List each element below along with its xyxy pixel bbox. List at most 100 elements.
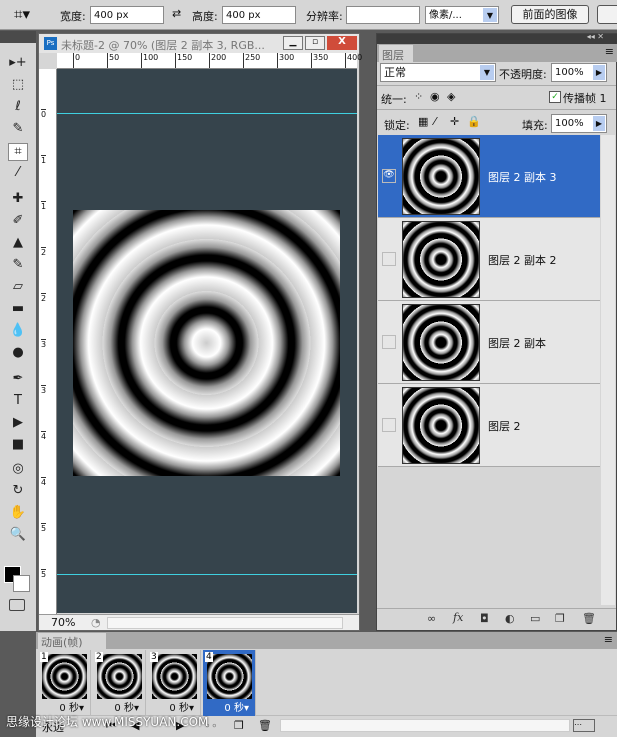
frames-scrollbar[interactable] [280,719,570,732]
visibility-toggle[interactable] [382,418,396,432]
panel-menu-icon[interactable]: ≡ [604,633,613,646]
animation-frame[interactable]: 3 0 秒▾ [148,650,201,716]
layer-row[interactable]: 图层 2 [378,384,600,467]
close-button[interactable]: X [327,36,357,50]
document-title: 未标题-2 @ 70% (图层 2 副本 3, RGB... [61,39,265,52]
arrow-right-icon[interactable]: ▶ [593,65,605,80]
guide-line[interactable] [57,574,357,575]
ruler-tick: 350 [311,53,328,68]
background-color[interactable] [13,575,30,592]
watermark: 思缘设计论坛 www.MISSYUAN.COM [6,715,209,729]
panel-menu-icon[interactable]: ≡ [605,45,614,58]
dodge-tool-icon[interactable]: ● [8,345,28,363]
fx-icon[interactable]: fx [453,611,463,624]
tab-animation[interactable]: 动画(帧) [38,633,106,649]
history-brush-icon[interactable]: ✎ [8,257,28,275]
propagate-checkbox[interactable]: ✓ [549,91,561,103]
healing-tool-icon[interactable]: ✚ [8,191,28,209]
zoom-level[interactable]: 70% [51,616,75,629]
crop-tool-icon[interactable]: ⌗▾ [14,5,30,23]
blur-tool-icon[interactable]: 💧 [8,323,28,341]
resolution-label: 分辨率: [306,10,343,23]
minimize-button[interactable]: ▁ [283,36,303,50]
frame-number: 4 [205,652,213,662]
canvas-area[interactable] [57,69,357,613]
visibility-toggle[interactable] [382,335,396,349]
group-icon[interactable]: ▭ [530,612,540,625]
eraser-tool-icon[interactable]: ▱ [8,279,28,297]
layer-row[interactable]: 图层 2 副本 [378,301,600,384]
unit-value: 像素/... [429,10,462,21]
status-bar: 70% ◔ [39,614,359,630]
pen-tool-icon[interactable]: ✒ [8,371,28,389]
unit-select[interactable]: 像素/... ▼ [425,6,499,24]
type-tool-icon[interactable]: T [8,393,28,411]
collapse-icon[interactable]: ◂◂ ✕ [587,32,604,41]
horizontal-scrollbar[interactable] [107,617,343,629]
frame-delay[interactable]: 0 秒▾ [169,699,194,714]
layers-scrollbar[interactable] [601,135,615,605]
lock-position-icon[interactable]: ✛ [450,115,459,128]
path-select-icon[interactable]: ▶ [8,415,28,433]
frame-delay[interactable]: 0 秒▾ [224,699,249,714]
shape-tool-icon[interactable]: ■ [8,437,28,455]
width-label: 宽度: [60,10,86,23]
clear-button[interactable] [597,5,617,24]
swap-icon[interactable]: ⇄ [172,7,181,20]
animation-frame[interactable]: 2 0 秒▾ [93,650,146,716]
maximize-button[interactable]: ▫ [305,36,325,50]
unify-visibility-icon[interactable]: ◉ [430,90,440,103]
layer-row[interactable]: 图层 2 副本 2 [378,218,600,301]
3d-orbit-icon[interactable]: ↻ [8,483,28,501]
quick-mask-icon[interactable] [9,599,25,611]
fill-input[interactable]: 100% ▶ [551,114,607,133]
new-layer-icon[interactable]: ❐ [555,612,565,625]
zoom-tool-icon[interactable]: 🔍 [8,527,28,545]
frame-delay[interactable]: 0 秒▾ [59,699,84,714]
ruler-tick: 0 [73,53,80,68]
crop-tool-icon[interactable]: ⌗ [8,143,28,161]
mask-icon[interactable]: ◘ [480,612,489,625]
lock-transparency-icon[interactable]: ▦ [418,115,428,128]
frame-delay[interactable]: 0 秒▾ [114,699,139,714]
duplicate-frame-icon[interactable]: ❐ [234,719,244,732]
unify-position-icon[interactable]: ⁘ [414,90,423,103]
quick-select-tool-icon[interactable]: ✎ [8,121,28,139]
document-window: Ps 未标题-2 @ 70% (图层 2 副本 3, RGB... ▁ ▫ X … [38,33,362,631]
eyedropper-tool-icon[interactable]: ⁄ [8,165,28,183]
document-title-bar[interactable]: Ps 未标题-2 @ 70% (图层 2 副本 3, RGB... ▁ ▫ X [39,34,359,53]
tools-panel: ▸+ ⬚ ℓ ✎ ⌗ ⁄ ✚ ✐ ▲ ✎ ▱ ▬ 💧 ● ✒ T ▶ ■ ◎ ↻… [0,31,36,631]
timeline-toggle-icon[interactable]: ⋯ [573,719,595,732]
status-menu-icon[interactable]: ◔ [91,616,101,629]
layer-row[interactable]: 👁 图层 2 副本 3 [378,135,600,218]
width-input[interactable]: 400 px [90,6,164,24]
visibility-toggle[interactable] [382,252,396,266]
visibility-toggle[interactable]: 👁 [382,169,396,183]
front-image-button[interactable]: 前面的图像 [511,5,589,24]
guide-line[interactable] [57,113,357,114]
lasso-tool-icon[interactable]: ℓ [8,99,28,117]
resolution-input[interactable] [346,6,420,24]
trash-icon[interactable]: 🗑 [582,612,596,625]
gradient-tool-icon[interactable]: ▬ [8,301,28,319]
animation-frame[interactable]: 4 0 秒▾ [203,650,256,716]
opacity-input[interactable]: 100% ▶ [551,63,607,82]
hand-tool-icon[interactable]: ✋ [8,505,28,523]
blend-mode-select[interactable]: 正常 ▼ [380,63,496,82]
lock-pixels-icon[interactable]: ⁄ [434,115,436,128]
move-tool-icon[interactable]: ▸+ [8,55,28,73]
tab-layers[interactable]: 图层 [379,45,413,62]
stamp-tool-icon[interactable]: ▲ [8,235,28,253]
marquee-tool-icon[interactable]: ⬚ [8,77,28,95]
height-input[interactable]: 400 px [222,6,296,24]
unify-style-icon[interactable]: ◈ [447,90,455,103]
3d-rotate-icon[interactable]: ◎ [8,461,28,479]
delete-frame-icon[interactable]: 🗑 [258,719,272,732]
adjustment-icon[interactable]: ◐ [505,612,515,625]
link-icon[interactable]: ∞ [427,612,436,625]
animation-frame[interactable]: 1 0 秒▾ [38,650,91,716]
lock-label: 锁定: [384,119,410,132]
lock-all-icon[interactable]: 🔒 [467,115,481,128]
arrow-right-icon[interactable]: ▶ [593,116,605,131]
brush-tool-icon[interactable]: ✐ [8,213,28,231]
